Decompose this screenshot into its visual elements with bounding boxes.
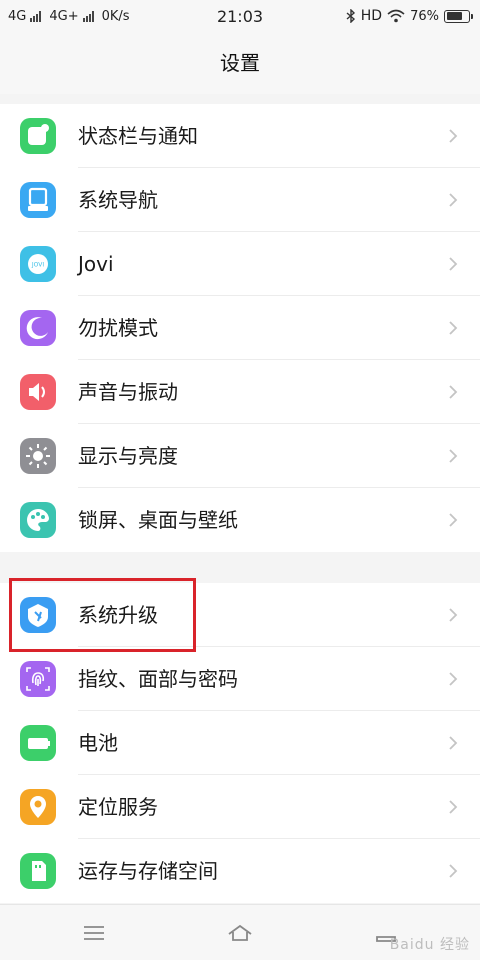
- settings-item-sun[interactable]: 显示与亮度: [0, 424, 480, 488]
- chevron-right-icon: [449, 385, 458, 399]
- battery-icon: [20, 725, 56, 761]
- hd-label: HD: [360, 8, 383, 24]
- settings-item-label: 运存与存储空间: [78, 859, 218, 883]
- settings-item-label: 定位服务: [78, 795, 158, 819]
- settings-item-palette[interactable]: 锁屏、桌面与壁纸: [0, 488, 480, 552]
- status-bar: 4G 4G+ 0K/s 21:03 HD 76%: [0, 0, 480, 34]
- chevron-right-icon: [449, 513, 458, 527]
- navigation-icon: [20, 182, 56, 218]
- chevron-right-icon: [449, 864, 458, 878]
- settings-item-statusbar-notification[interactable]: 状态栏与通知: [0, 104, 480, 168]
- chevron-right-icon: [449, 608, 458, 622]
- page-header: 设置: [0, 34, 480, 94]
- chevron-right-icon: [449, 449, 458, 463]
- settings-item-moon[interactable]: 勿扰模式: [0, 296, 480, 360]
- settings-item-storage[interactable]: 运存与存储空间: [0, 839, 480, 903]
- highlight-box: [9, 578, 196, 652]
- settings-item-label: 电池: [78, 731, 118, 755]
- battery-percent: 76%: [410, 8, 439, 24]
- settings-item-fingerprint[interactable]: 指纹、面部与密码: [0, 647, 480, 711]
- home-icon[interactable]: [226, 919, 254, 947]
- settings-group-1: 状态栏与通知 系统导航 JOVI Jovi 勿扰模式声音与振动显示与亮度锁屏、桌面与壁纸: [0, 104, 480, 552]
- chevron-right-icon: [449, 672, 458, 686]
- chevron-right-icon: [449, 193, 458, 207]
- location-icon: [20, 789, 56, 825]
- settings-item-label: 显示与亮度: [78, 444, 178, 468]
- status-right: HD 76%: [346, 8, 473, 24]
- speaker-icon: [20, 374, 56, 410]
- settings-item-label: 锁屏、桌面与壁纸: [78, 508, 238, 532]
- watermark: Baidu 经验: [389, 937, 470, 953]
- chevron-right-icon: [449, 736, 458, 750]
- settings-item-label: 勿扰模式: [78, 316, 158, 340]
- settings-item-speaker[interactable]: 声音与振动: [0, 360, 480, 424]
- statusbar-notification-icon: [20, 118, 56, 154]
- chevron-right-icon: [449, 129, 458, 143]
- settings-item-label: Jovi: [78, 252, 114, 276]
- settings-item-jovi[interactable]: JOVI Jovi: [0, 232, 480, 296]
- svg-text:JOVI: JOVI: [31, 262, 44, 269]
- storage-icon: [20, 853, 56, 889]
- bluetooth-icon: [346, 9, 355, 23]
- settings-item-navigation[interactable]: 系统导航: [0, 168, 480, 232]
- fingerprint-icon: [20, 661, 56, 697]
- settings-item-battery[interactable]: 电池: [0, 711, 480, 775]
- navigation-bar: Baidu 经验: [0, 904, 480, 960]
- chevron-right-icon: [449, 800, 458, 814]
- page-title: 设置: [220, 51, 260, 75]
- sun-icon: [20, 438, 56, 474]
- chevron-right-icon: [449, 321, 458, 335]
- wifi-icon: [387, 9, 405, 23]
- settings-item-label: 声音与振动: [78, 380, 178, 404]
- settings-item-label: 系统导航: [78, 188, 158, 212]
- settings-item-location[interactable]: 定位服务: [0, 775, 480, 839]
- menu-icon[interactable]: [80, 919, 108, 947]
- chevron-right-icon: [449, 257, 458, 271]
- settings-item-label: 指纹、面部与密码: [78, 667, 238, 691]
- moon-icon: [20, 310, 56, 346]
- settings-item-label: 状态栏与通知: [78, 124, 198, 148]
- battery-status-icon: [444, 9, 473, 23]
- jovi-icon: JOVI: [20, 246, 56, 282]
- palette-icon: [20, 502, 56, 538]
